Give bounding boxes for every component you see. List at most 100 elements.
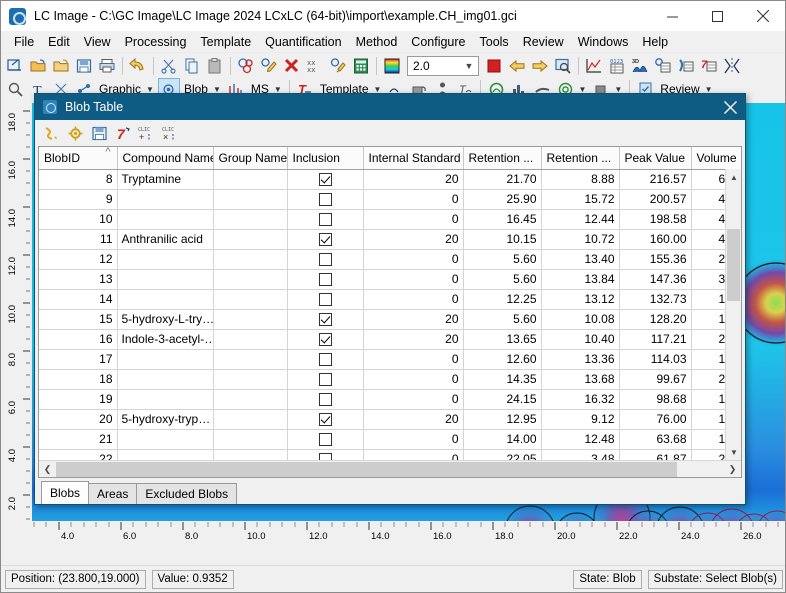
cell-blobid[interactable]: 10	[39, 209, 117, 229]
table-row[interactable]: 17012.6013.36114.03157	[39, 349, 742, 369]
menu-review[interactable]: Review	[516, 33, 571, 51]
add-column-icon[interactable]: CLIC+	[137, 123, 157, 143]
checkbox-checked-icon[interactable]	[319, 173, 332, 186]
cell-blobid[interactable]: 17	[39, 349, 117, 369]
table-settings-gear-icon[interactable]	[65, 123, 85, 143]
cell-blobid[interactable]: 14	[39, 289, 117, 309]
cell-retention1[interactable]: 16.45	[463, 209, 541, 229]
col-header-blobid[interactable]: BlobID	[39, 147, 117, 169]
compound-table-icon[interactable]	[675, 55, 697, 77]
cell-group[interactable]	[213, 329, 287, 349]
cell-blobid[interactable]: 21	[39, 429, 117, 449]
menu-processing[interactable]: Processing	[118, 33, 194, 51]
cell-compound[interactable]	[117, 289, 213, 309]
col-header-compound-name[interactable]: Compound Name	[117, 147, 213, 169]
cell-blobid[interactable]: 15	[39, 309, 117, 329]
cell-group[interactable]	[213, 249, 287, 269]
cell-compound[interactable]	[117, 249, 213, 269]
menu-method[interactable]: Method	[349, 33, 405, 51]
cell-internal_standard[interactable]: 0	[363, 189, 463, 209]
cell-retention2[interactable]: 13.84	[541, 269, 619, 289]
cell-group[interactable]	[213, 289, 287, 309]
cell-inclusion[interactable]	[287, 289, 363, 309]
checkbox-checked-icon[interactable]	[319, 413, 332, 426]
cell-retention2[interactable]: 8.88	[541, 169, 619, 189]
blob-table-icon[interactable]	[652, 55, 674, 77]
cell-retention1[interactable]: 12.95	[463, 409, 541, 429]
cell-inclusion[interactable]	[287, 189, 363, 209]
menu-template[interactable]: Template	[193, 33, 258, 51]
cell-blobid[interactable]: 8	[39, 169, 117, 189]
cell-group[interactable]	[213, 229, 287, 249]
back-arrow-icon[interactable]	[506, 55, 528, 77]
cell-compound[interactable]: 5-hydroxy-tryp…	[117, 409, 213, 429]
cell-peak_value[interactable]: 155.36	[619, 249, 691, 269]
cell-retention1[interactable]: 24.15	[463, 389, 541, 409]
chromatogram-plot-icon[interactable]	[583, 55, 605, 77]
cell-inclusion[interactable]	[287, 229, 363, 249]
cell-retention2[interactable]: 13.36	[541, 349, 619, 369]
chevron-down-icon[interactable]: ▼	[462, 61, 476, 71]
cell-blobid[interactable]: 13	[39, 269, 117, 289]
cell-retention1[interactable]: 14.00	[463, 429, 541, 449]
cell-blobid[interactable]: 20	[39, 409, 117, 429]
blob-table-dialog[interactable]: Blob Table 7 CLIC+ CLIC×	[34, 93, 746, 505]
forward-arrow-icon[interactable]	[529, 55, 551, 77]
cell-peak_value[interactable]: 216.57	[619, 169, 691, 189]
cell-group[interactable]	[213, 209, 287, 229]
table-row[interactable]: 21014.0012.4863.68107	[39, 429, 742, 449]
cell-internal_standard[interactable]: 0	[363, 269, 463, 289]
cut-icon[interactable]	[158, 55, 180, 77]
blob-paint-icon[interactable]	[327, 55, 349, 77]
table-row[interactable]: 11Anthranilic acid2010.1510.72160.00463	[39, 229, 742, 249]
col-header-volume[interactable]: Volume	[691, 147, 742, 169]
cell-internal_standard[interactable]: 0	[363, 249, 463, 269]
sort-table-icon[interactable]: 7	[113, 123, 133, 143]
menu-configure[interactable]: Configure	[404, 33, 472, 51]
menu-edit[interactable]: Edit	[41, 33, 77, 51]
undo-icon[interactable]	[127, 55, 149, 77]
cell-peak_value[interactable]: 117.21	[619, 329, 691, 349]
cell-retention1[interactable]: 12.25	[463, 289, 541, 309]
magnifier-icon[interactable]	[4, 78, 26, 100]
cell-peak_value[interactable]: 132.73	[619, 289, 691, 309]
cell-inclusion[interactable]	[287, 249, 363, 269]
cell-inclusion[interactable]	[287, 329, 363, 349]
cell-peak_value[interactable]: 200.57	[619, 189, 691, 209]
cell-retention1[interactable]: 5.60	[463, 309, 541, 329]
cell-inclusion[interactable]	[287, 169, 363, 189]
zoom-level-combo[interactable]: 2.0 ▼	[407, 56, 479, 76]
cell-blobid[interactable]: 9	[39, 189, 117, 209]
cell-peak_value[interactable]: 198.58	[619, 209, 691, 229]
cell-retention1[interactable]: 10.15	[463, 229, 541, 249]
open-recent-icon[interactable]	[50, 55, 72, 77]
menu-file[interactable]: File	[7, 33, 41, 51]
col-header-retention-1[interactable]: Retention ...	[463, 147, 541, 169]
cell-peak_value[interactable]: 98.68	[619, 389, 691, 409]
cell-blobid[interactable]: 12	[39, 249, 117, 269]
checkbox-checked-icon[interactable]	[319, 313, 332, 326]
cell-internal_standard[interactable]: 20	[363, 229, 463, 249]
col-header-retention-2[interactable]: Retention ...	[541, 147, 619, 169]
cell-retention2[interactable]: 15.72	[541, 189, 619, 209]
cell-group[interactable]	[213, 269, 287, 289]
remove-column-icon[interactable]: CLIC×	[161, 123, 181, 143]
menu-tools[interactable]: Tools	[473, 33, 516, 51]
cell-inclusion[interactable]	[287, 209, 363, 229]
blob-detect-icon[interactable]	[235, 55, 257, 77]
cell-retention2[interactable]: 13.68	[541, 369, 619, 389]
cell-group[interactable]	[213, 349, 287, 369]
blob-edit-icon[interactable]	[258, 55, 280, 77]
cell-compound[interactable]: Tryptamine	[117, 169, 213, 189]
three-d-view-icon[interactable]: 3D	[629, 55, 651, 77]
cell-peak_value[interactable]: 160.00	[619, 229, 691, 249]
cell-internal_standard[interactable]: 20	[363, 409, 463, 429]
cell-peak_value[interactable]: 63.68	[619, 429, 691, 449]
table-row[interactable]: 1305.6013.84147.36395	[39, 269, 742, 289]
table-vertical-scrollbar[interactable]: ▲ ▼	[725, 169, 741, 460]
cell-internal_standard[interactable]: 0	[363, 209, 463, 229]
cell-inclusion[interactable]	[287, 309, 363, 329]
cell-internal_standard[interactable]: 0	[363, 289, 463, 309]
checkbox-unchecked-icon[interactable]	[319, 193, 332, 206]
cell-compound[interactable]: Anthranilic acid	[117, 229, 213, 249]
